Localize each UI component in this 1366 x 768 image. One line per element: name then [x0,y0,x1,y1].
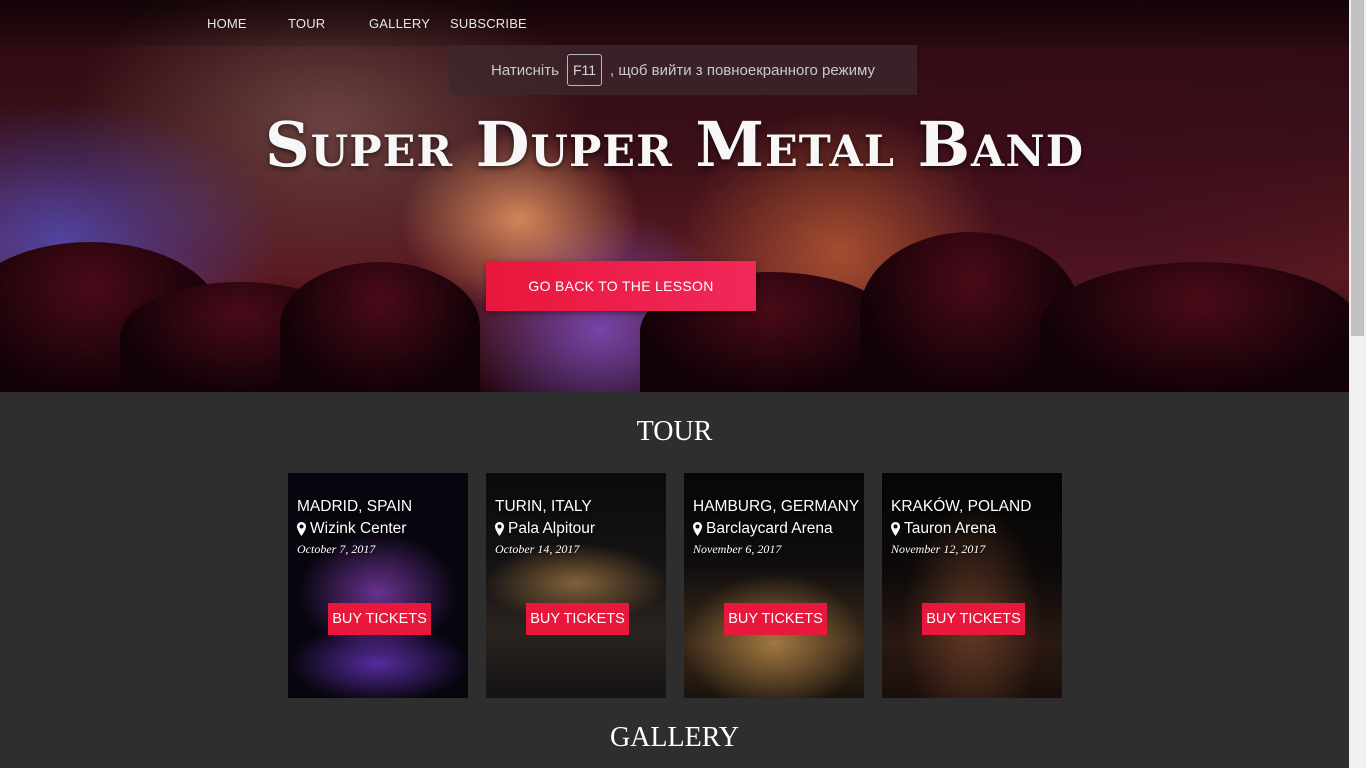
top-navbar: HOME TOUR GALLERY SUBSCRIBE [0,0,1349,46]
tour-venue-label: Tauron Arena [904,520,997,537]
tour-venue-label: Barclaycard Arena [706,520,833,537]
tour-card-hamburg: HAMBURG, GERMANY Barclaycard Arena Novem… [684,473,864,698]
tour-city: HAMBURG, GERMANY [693,498,860,515]
gallery-heading: GALLERY [609,722,740,753]
nav-gallery[interactable]: GALLERY [369,16,430,31]
crowd-silhouette [1040,262,1349,392]
tour-date: October 14, 2017 [495,542,580,556]
map-pin-icon [891,522,900,536]
tour-card-krakow: KRAKÓW, POLAND Tauron Arena November 12,… [882,473,1062,698]
tour-venue: Barclaycard Arena [693,520,833,538]
band-title: Super Duper Metal Band [265,108,1084,181]
map-pin-icon [297,522,306,536]
tour-card-madrid: MADRID, SPAIN Wizink Center October 7, 2… [288,473,468,698]
tour-venue: Wizink Center [297,520,406,538]
nav-home[interactable]: HOME [207,16,247,31]
hero-banner: HOME TOUR GALLERY SUBSCRIBE Натисніть F1… [0,0,1349,392]
fullscreen-notice: Натисніть F11 , щоб вийти з повноекранно… [449,45,917,95]
map-pin-icon [495,522,504,536]
tour-venue: Pala Alpitour [495,520,595,538]
buy-tickets-button[interactable]: BUY TICKETS [922,603,1025,635]
map-pin-icon [693,522,702,536]
buy-tickets-button[interactable]: BUY TICKETS [526,603,629,635]
nav-tour[interactable]: TOUR [288,16,325,31]
tour-venue-label: Pala Alpitour [508,520,596,537]
tour-venue-label: Wizink Center [310,520,407,537]
fullscreen-notice-text-before: Натисніть [491,61,559,79]
scrollbar-thumb[interactable] [1351,0,1364,336]
page-scrollbar[interactable] [1349,0,1366,768]
tour-city: KRAKÓW, POLAND [891,498,1032,515]
tour-city: TURIN, ITALY [495,498,592,515]
f11-keycap: F11 [566,54,603,86]
tour-card-turin: TURIN, ITALY Pala Alpitour October 14, 2… [486,473,666,698]
tour-city: MADRID, SPAIN [297,498,413,515]
tour-venue: Tauron Arena [891,520,996,538]
buy-tickets-button[interactable]: BUY TICKETS [328,603,431,635]
tour-date: November 6, 2017 [693,542,782,556]
crowd-silhouette [280,262,480,392]
tour-date: October 7, 2017 [297,542,376,556]
tour-heading: TOUR [636,416,713,447]
buy-tickets-button[interactable]: BUY TICKETS [724,603,827,635]
back-to-lesson-button[interactable]: GO BACK TO THE LESSON [486,261,756,311]
tour-date: November 12, 2017 [891,542,986,556]
fullscreen-notice-text-after: , щоб вийти з повноекранного режиму [610,61,875,79]
nav-subscribe[interactable]: SUBSCRIBE [450,16,527,31]
